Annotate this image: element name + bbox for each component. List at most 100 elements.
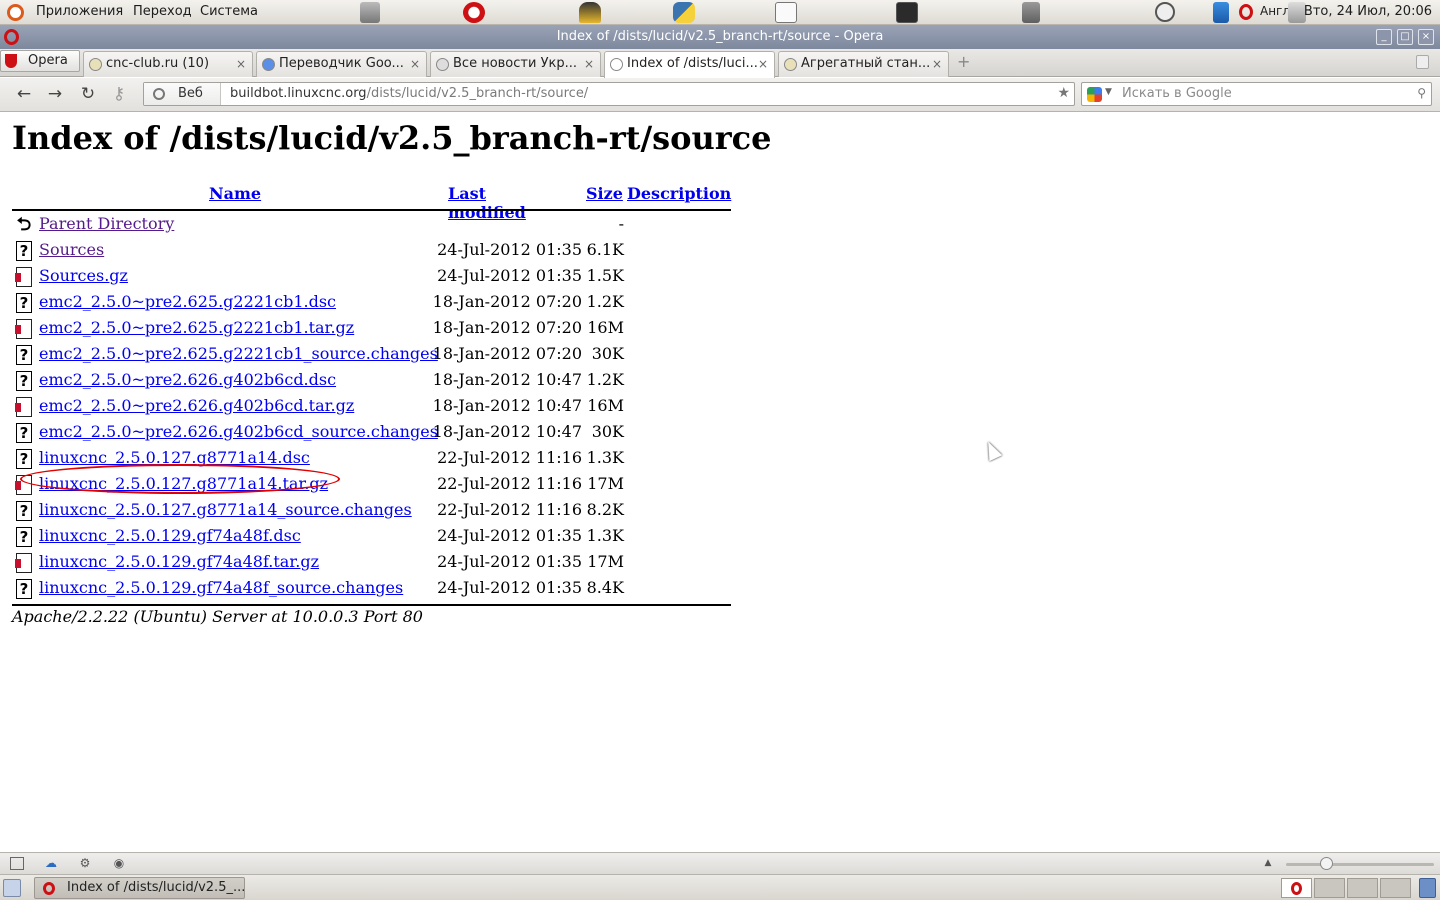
file-link[interactable]: emc2_2.5.0~pre2.626.g402b6cd.dsc xyxy=(39,370,336,389)
tux-launcher-icon[interactable] xyxy=(579,2,601,23)
file-link[interactable]: linuxcnc_2.5.0.129.gf74a48f_source.chang… xyxy=(39,578,403,597)
keyboard-layout-indicator[interactable]: Англ xyxy=(1260,4,1290,18)
tab-close-icon[interactable]: × xyxy=(758,52,768,76)
taskbar-window-button[interactable]: Index of /dists/lucid/v2.5_... xyxy=(34,877,245,899)
panel-toggle-icon[interactable] xyxy=(10,857,24,870)
zoom-slider-thumb[interactable] xyxy=(1320,857,1333,870)
new-tab-plus-icon[interactable]: + xyxy=(957,54,971,70)
usb-launcher-icon[interactable] xyxy=(360,2,380,23)
workspace-2[interactable] xyxy=(1314,878,1345,898)
workspace-4[interactable] xyxy=(1380,878,1411,898)
last-modified-cell: 18-Jan-2012 07:20 xyxy=(432,318,582,337)
bookmark-star-icon[interactable]: ★ xyxy=(1057,85,1070,101)
sort-by-name-link[interactable]: Name xyxy=(209,184,261,203)
file-name-cell: Parent Directory xyxy=(39,214,174,233)
gnome-bottom-panel: Index of /dists/lucid/v2.5_... xyxy=(0,874,1440,900)
speed-dial-icon[interactable]: ◉ xyxy=(112,857,126,870)
search-icon[interactable]: ⚲ xyxy=(1417,86,1426,100)
tab-agregatny-stanok[interactable]: Агрегатный стан... × xyxy=(778,51,949,77)
address-bar[interactable]: Веб buildbot.linuxcnc.org/dists/lucid/v2… xyxy=(143,82,1075,106)
maximize-icon[interactable]: □ xyxy=(1397,29,1413,45)
zoom-slider-track[interactable] xyxy=(1286,863,1434,866)
closed-tabs-trash-icon[interactable] xyxy=(1416,55,1429,69)
python-launcher-icon[interactable] xyxy=(673,2,695,23)
google-icon[interactable] xyxy=(1087,87,1102,102)
file-link[interactable]: emc2_2.5.0~pre2.626.g402b6cd.tar.gz xyxy=(39,396,354,415)
compressed-file-icon xyxy=(15,397,32,417)
unknown-file-icon: ? xyxy=(16,423,32,443)
window-title: Index of /dists/lucid/v2.5_branch-rt/sou… xyxy=(556,29,884,44)
file-link[interactable]: emc2_2.5.0~pre2.625.g2221cb1_source.chan… xyxy=(39,344,438,363)
file-name-cell: linuxcnc_2.5.0.127.g8771a14_source.chang… xyxy=(39,500,412,519)
system-menu[interactable]: Система xyxy=(200,4,258,19)
size-column-header[interactable]: Size xyxy=(586,184,623,203)
tab-label: Index of /dists/luci... xyxy=(627,56,758,71)
tab-cnc-club[interactable]: cnc-club.ru (10) × xyxy=(83,51,253,77)
unknown-file-icon: ? xyxy=(16,527,32,547)
url-host: buildbot.linuxcnc.org xyxy=(230,86,367,101)
tab-news-ukraine[interactable]: Все новости Укр... × xyxy=(430,51,601,77)
workspace-1[interactable] xyxy=(1281,878,1312,898)
last-modified-cell: 22-Jul-2012 11:16 xyxy=(437,500,582,519)
terminal-launcher-icon[interactable] xyxy=(896,2,918,23)
file-link[interactable]: emc2_2.5.0~pre2.626.g402b6cd_source.chan… xyxy=(39,422,438,441)
url-path: /dists/lucid/v2.5_branch-rt/source/ xyxy=(366,86,589,101)
file-link[interactable]: emc2_2.5.0~pre2.625.g2221cb1.tar.gz xyxy=(39,318,354,337)
size-cell: 1.2K xyxy=(586,292,624,311)
minimize-icon[interactable]: _ xyxy=(1376,29,1392,45)
compressed-file-icon xyxy=(15,553,32,573)
opera-tray-icon[interactable] xyxy=(1239,4,1253,20)
sort-by-size-link[interactable]: Size xyxy=(586,184,623,203)
site-info-button[interactable]: Веб xyxy=(144,83,221,105)
window-titlebar[interactable]: Index of /dists/lucid/v2.5_branch-rt/sou… xyxy=(0,25,1440,49)
file-link[interactable]: Parent Directory xyxy=(39,214,174,233)
opera-unite-cloud-icon[interactable]: ☁ xyxy=(44,857,58,870)
close-window-icon[interactable]: × xyxy=(1418,29,1434,45)
page-title: Index of /dists/lucid/v2.5_branch-rt/sou… xyxy=(12,119,772,157)
file-link[interactable]: linuxcnc_2.5.0.127.g8771a14_source.chang… xyxy=(39,500,412,519)
tab-close-icon[interactable]: × xyxy=(410,52,420,76)
places-menu[interactable]: Переход xyxy=(133,4,192,19)
tab-index-of-dists[interactable]: Index of /dists/luci... × xyxy=(604,51,775,78)
file-link[interactable]: linuxcnc_2.5.0.129.gf74a48f.tar.gz xyxy=(39,552,319,571)
search-field[interactable]: ▼ Искать в Google ⚲ xyxy=(1081,82,1432,106)
url-text[interactable]: buildbot.linuxcnc.org/dists/lucid/v2.5_b… xyxy=(230,86,588,101)
opera-window-icon[interactable] xyxy=(4,29,19,45)
tab-close-icon[interactable]: × xyxy=(932,52,942,76)
tab-google-translate[interactable]: Переводчик Goo... × xyxy=(256,51,427,77)
tab-close-icon[interactable]: × xyxy=(236,52,246,76)
compressed-file-icon xyxy=(15,319,32,339)
file-link[interactable]: linuxcnc_2.5.0.129.gf74a48f.dsc xyxy=(39,526,301,545)
tab-close-icon[interactable]: × xyxy=(584,52,594,76)
opera-logo-icon xyxy=(5,54,17,68)
file-link[interactable]: emc2_2.5.0~pre2.625.g2221cb1.dsc xyxy=(39,292,336,311)
file-link[interactable]: Sources.gz xyxy=(39,266,128,285)
description-column-header[interactable]: Description xyxy=(627,184,731,203)
name-column-header[interactable]: Name xyxy=(209,184,261,203)
opera-task-icon xyxy=(43,882,55,895)
sort-by-description-link[interactable]: Description xyxy=(627,184,731,203)
back-arrow-icon[interactable]: ← xyxy=(13,84,35,104)
last-modified-cell: 18-Jan-2012 10:47 xyxy=(432,370,582,389)
opera-launcher-icon[interactable] xyxy=(463,2,485,23)
text-editor-launcher-icon[interactable] xyxy=(775,2,797,23)
applications-menu[interactable]: Приложения xyxy=(36,4,123,19)
last-modified-cell: 24-Jul-2012 01:35 xyxy=(437,266,582,285)
workspace-3[interactable] xyxy=(1347,878,1378,898)
opera-menu-button[interactable]: Opera xyxy=(0,50,80,72)
power-icon[interactable] xyxy=(1155,2,1175,22)
ubuntu-logo-icon[interactable] xyxy=(7,4,24,21)
trash-icon[interactable] xyxy=(1419,878,1436,898)
opera-turbo-icon[interactable]: ⚙ xyxy=(78,857,92,870)
reload-icon[interactable]: ↻ xyxy=(77,84,99,104)
clock[interactable]: Вто, 24 Июл, 20:06 xyxy=(1304,4,1432,19)
skype-tray-icon[interactable] xyxy=(1213,2,1229,23)
zoom-up-arrow-icon[interactable]: ▲ xyxy=(1261,857,1275,870)
show-desktop-icon[interactable] xyxy=(3,879,21,897)
forward-arrow-icon[interactable]: → xyxy=(44,84,66,104)
search-engine-dropdown-icon[interactable]: ▼ xyxy=(1105,87,1112,97)
file-link[interactable]: Sources xyxy=(39,240,104,259)
calculator-launcher-icon[interactable] xyxy=(1022,2,1040,23)
header-divider xyxy=(12,209,731,211)
wand-key-icon[interactable]: ⚷ xyxy=(108,84,130,104)
